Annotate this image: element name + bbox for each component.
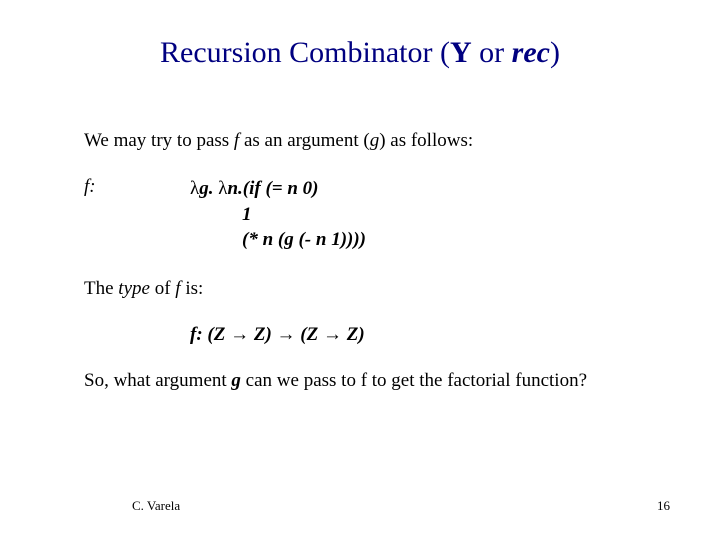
intro-post: ) as follows: [379, 130, 473, 151]
definition-row: f: λg. λn.(if (= n 0) 1 (* n (g (- n 1))… [84, 176, 366, 253]
definition-line-1: λg. λn.(if (= n 0) [190, 176, 366, 202]
title-rec: rec [512, 36, 550, 69]
arrow-icon: → [323, 324, 342, 345]
definition-label: f: [84, 176, 190, 253]
type-intro-line: The type of f is: [84, 278, 203, 300]
footer-author: C. Varela [132, 498, 180, 514]
lambda-icon: λ [190, 178, 199, 199]
type-intro-type: type [118, 278, 150, 299]
slide-title: Recursion Combinator (Y or rec) [0, 36, 720, 70]
intro-line: We may try to pass f as an argument (g) … [84, 130, 473, 152]
question-g: g [231, 370, 241, 391]
type-intro-post: is: [181, 278, 204, 299]
type-z1: Z) [249, 324, 276, 345]
lambda-icon: λ [213, 178, 227, 199]
type-intro-mid: of [150, 278, 175, 299]
type-lp1: (Z [207, 324, 230, 345]
def-g: g. [199, 178, 213, 199]
question-post: can we pass to f to get the factorial fu… [241, 370, 587, 391]
title-pre: Recursion Combinator ( [160, 36, 450, 69]
title-post: ) [550, 36, 560, 69]
title-or: or [472, 36, 512, 69]
question-line: So, what argument g can we pass to f to … [84, 370, 587, 392]
intro-g: g [370, 130, 380, 151]
def-if: (if (= n 0) [243, 178, 319, 199]
type-z2: Z) [342, 324, 365, 345]
type-expression: f: (Z → Z) → (Z → Z) [190, 324, 365, 346]
type-intro-pre: The [84, 278, 118, 299]
intro-pre: We may try to pass [84, 130, 234, 151]
definition-line-2: 1 [190, 202, 366, 228]
intro-mid: as an argument ( [239, 130, 370, 151]
question-pre: So, what argument [84, 370, 231, 391]
arrow-icon: → [277, 324, 296, 345]
def-n: n. [227, 178, 242, 199]
slide: Recursion Combinator (Y or rec) We may t… [0, 0, 720, 540]
footer-page-number: 16 [657, 498, 670, 514]
definition-body: λg. λn.(if (= n 0) 1 (* n (g (- n 1)))) [190, 176, 366, 253]
type-f: f: [190, 324, 207, 345]
arrow-icon: → [230, 324, 249, 345]
title-y: Y [450, 36, 472, 69]
definition-line-3: (* n (g (- n 1)))) [190, 227, 366, 253]
type-lp2: (Z [296, 324, 323, 345]
definition-block: f: λg. λn.(if (= n 0) 1 (* n (g (- n 1))… [84, 176, 366, 253]
